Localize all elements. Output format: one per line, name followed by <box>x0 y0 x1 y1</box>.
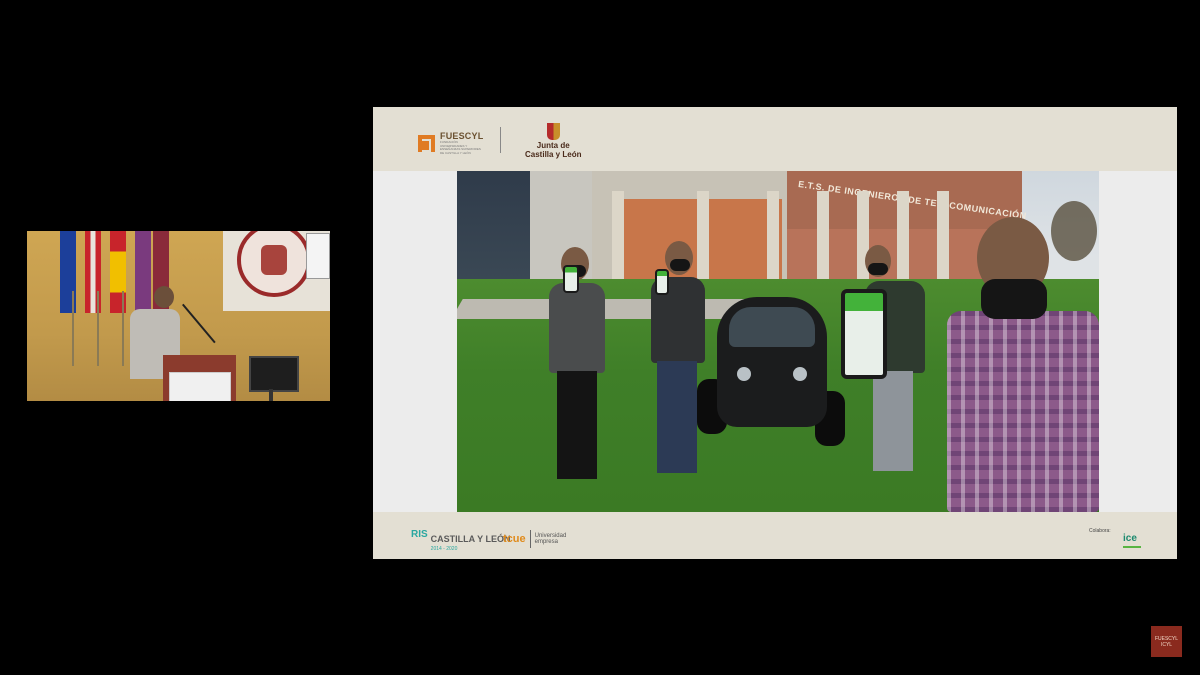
person-1-phone <box>563 265 579 293</box>
presentation-slide: FUESCYL FUNDACIÓN UNIVERSIDADES Y ENSEÑA… <box>373 107 1177 559</box>
fuescyl-logo: FUESCYL FUNDACIÓN UNIVERSIDADES Y ENSEÑA… <box>418 130 483 156</box>
person-1-sweater <box>549 283 605 373</box>
flag-castilla-leon <box>135 231 151 313</box>
tcue-logo: tcue Universidad empresa <box>503 530 579 548</box>
team-photo: E.T.S. DE INGENIEROS DE TELECOMUNICACIÓN <box>457 171 1099 512</box>
person-1-trousers <box>557 371 597 479</box>
junta-logo: Junta de Castilla y León <box>525 123 581 159</box>
tcue-subtitle: Universidad empresa <box>534 533 567 545</box>
slide-header: FUESCYL FUNDACIÓN UNIVERSIDADES Y ENSEÑA… <box>373 107 1177 171</box>
colabora-label: Colabora: <box>1089 528 1111 534</box>
flag-pole <box>97 291 99 366</box>
flag-pole <box>72 291 74 366</box>
flag-pole <box>122 291 124 366</box>
building-column <box>767 191 779 289</box>
fuescyl-tagline: FUNDACIÓN UNIVERSIDADES Y ENSEÑANZAS SUP… <box>440 140 481 155</box>
microphone <box>182 303 216 344</box>
watermark-line2: ICYL <box>1160 642 1173 648</box>
ris3-years: 2014 - 2020 <box>430 546 458 552</box>
logo-divider <box>500 127 501 153</box>
ris3-region: CASTILLA Y LEÓN <box>430 534 511 544</box>
lectern-sign <box>169 372 231 401</box>
electric-car <box>697 279 847 449</box>
building-column <box>612 191 624 289</box>
lectern-monitor <box>249 356 299 392</box>
junta-line2: Castilla y León <box>525 150 582 159</box>
person-2-jeans <box>657 361 697 473</box>
fuescyl-watermark: FUESCYL ICYL <box>1151 626 1182 657</box>
tcue-divider <box>529 530 531 548</box>
person-2-phone <box>655 269 669 295</box>
building-column <box>817 191 829 289</box>
ice-logo: ice <box>1123 533 1141 548</box>
car-windshield <box>729 307 815 347</box>
slide-footer: RIS CASTILLA Y LEÓN 2014 - 2020 tcue Uni… <box>373 512 1177 559</box>
fuescyl-logo-icon <box>418 134 435 152</box>
car-headlight <box>793 367 807 381</box>
speaker-head <box>154 286 174 308</box>
person-3-mask <box>868 263 888 275</box>
person-4-plaid-shirt <box>947 311 1099 512</box>
monitor-stand <box>269 389 273 401</box>
person-4 <box>841 215 1099 512</box>
junta-crest-icon <box>546 123 560 140</box>
person-2-mask <box>670 259 690 271</box>
junta-line1: Junta de <box>536 141 570 150</box>
background-screen <box>306 233 330 279</box>
ris3-label: RIS <box>411 529 428 540</box>
person-4-phone <box>841 289 887 379</box>
person-4-mask <box>981 279 1047 319</box>
tcue-label: tcue <box>503 533 526 545</box>
person-1 <box>539 245 609 512</box>
speaker-video-feed <box>27 231 330 401</box>
ris3-logo: RIS CASTILLA Y LEÓN 2014 - 2020 <box>411 529 511 552</box>
car-headlight <box>737 367 751 381</box>
